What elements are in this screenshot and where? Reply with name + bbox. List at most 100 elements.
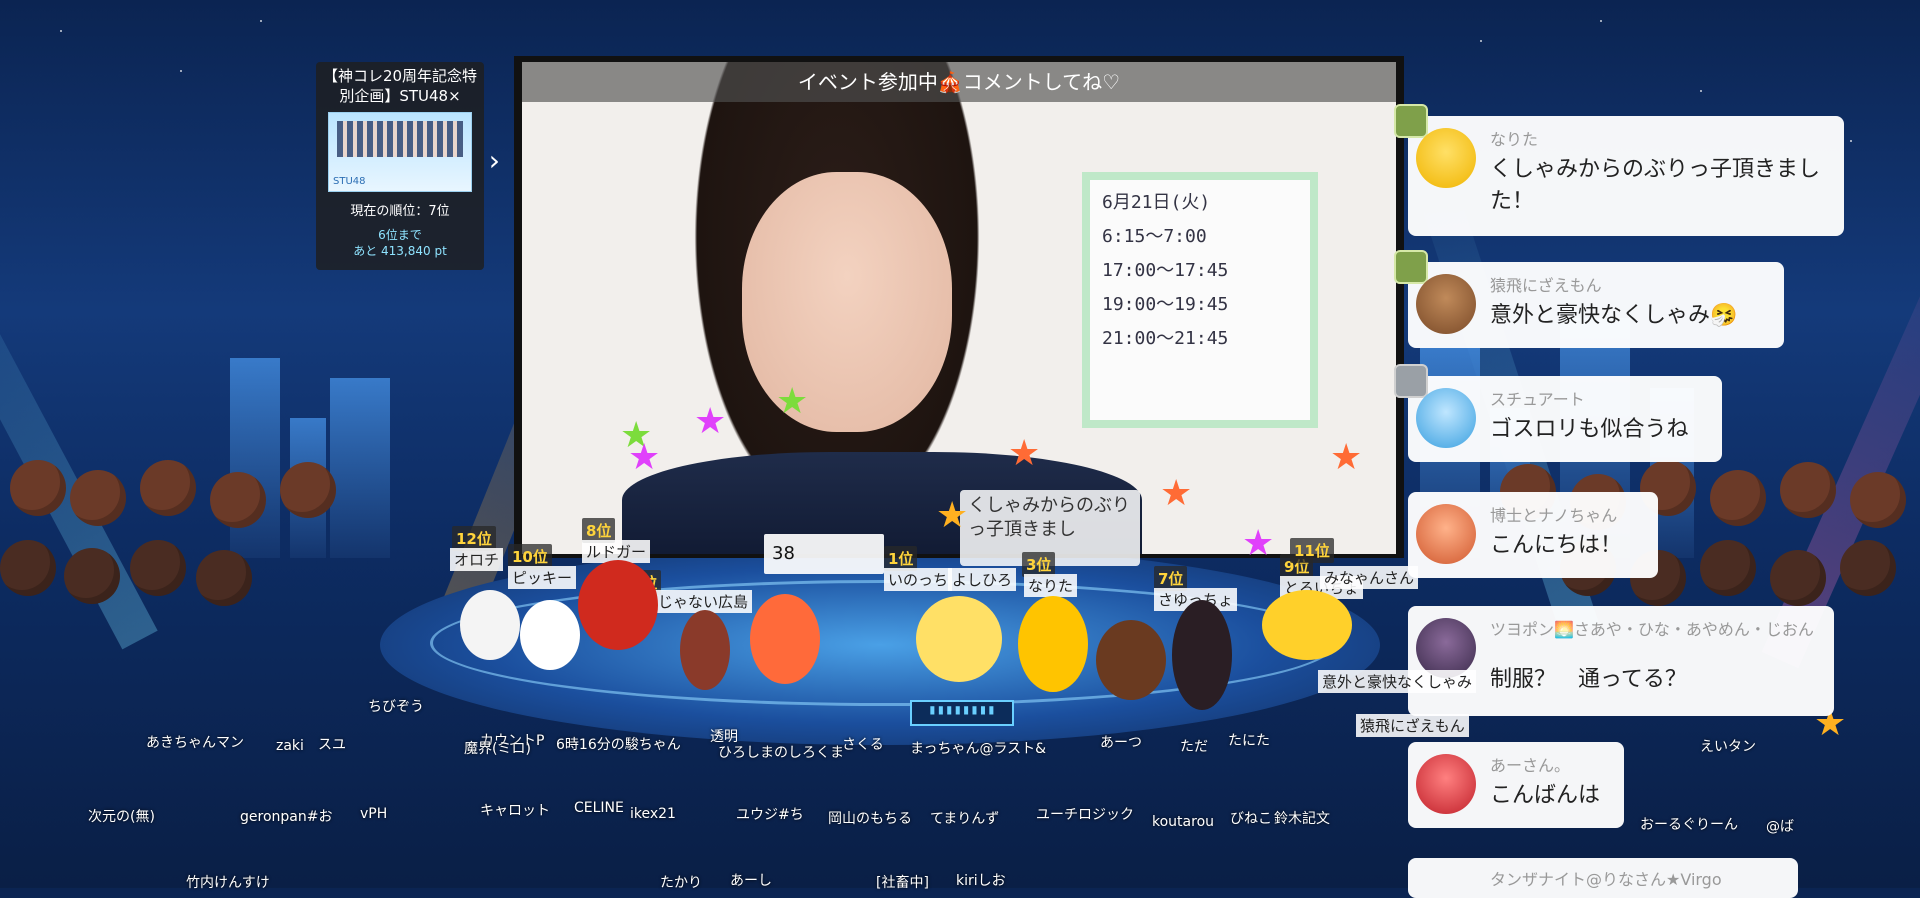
comment-item[interactable]: なりた くしゃみからのぶりっ子頂きました！	[1394, 104, 1844, 236]
comment-author: なりた	[1490, 130, 1539, 149]
comment-author: 猿飛にざえもん	[1490, 276, 1602, 295]
whiteboard-line: 21:00〜21:45	[1102, 328, 1229, 349]
audience-name: zaki	[276, 738, 304, 754]
chevron-right-icon[interactable]: ›	[489, 144, 500, 177]
audience-name: スユ	[318, 737, 346, 753]
comment-item[interactable]: スチュアート ゴスロリも似合うね	[1394, 364, 1722, 462]
comment-text: ゴスロリも似合うね	[1490, 417, 1689, 442]
audience-name: 魔界(ミロ)	[464, 741, 531, 757]
audience-name: [社畜中]	[876, 875, 929, 891]
audience-name: vPH	[360, 806, 388, 822]
event-banner-image: STU48	[328, 112, 472, 192]
audience-name: ただ	[1180, 739, 1208, 755]
star-decoration	[1700, 90, 1702, 92]
audience-name: てまりんず	[930, 811, 1000, 827]
comment-item[interactable]: あーさん。 こんばんは	[1408, 742, 1624, 828]
comment-text: こんにちは！	[1490, 533, 1623, 558]
count-chip: 38	[764, 534, 884, 574]
audience-name: ひろしまのしろくま	[718, 745, 844, 761]
audience-name: さくる	[842, 737, 884, 753]
star-icon: ★	[694, 401, 727, 442]
audience-name: CELINE	[574, 800, 624, 816]
comment-text: 意外と豪快なくしゃみ🤧	[1490, 303, 1738, 328]
star-icon: ★	[1008, 433, 1041, 474]
audience-name: koutarou	[1152, 814, 1215, 830]
audience-name: 6時16分の駿ちゃん	[556, 737, 681, 753]
whiteboard-line: 6:15〜7:00	[1102, 226, 1207, 247]
avatar-character[interactable]	[680, 610, 730, 690]
whiteboard-line: 19:00〜19:45	[1102, 294, 1229, 315]
avatar-character[interactable]	[1096, 620, 1166, 700]
audience-name: ikex21	[630, 806, 676, 822]
avatar-character[interactable]	[460, 590, 520, 660]
audience-name: たにた	[1228, 733, 1270, 749]
star-decoration	[60, 30, 62, 32]
comment-author: ツヨポン🌅さあや・ひな・あやめん・じおん	[1490, 620, 1814, 639]
audience-name: kiriしお	[956, 873, 1006, 889]
stage-led-display: ▮▮▮▮▮▮▮▮	[910, 700, 1014, 726]
event-next-rank: 6位まで あと 413,840 pt	[316, 227, 484, 259]
avatar	[1416, 274, 1476, 334]
comment-item[interactable]: ツヨポン🌅さあや・ひな・あやめん・じおん 制服？ 通ってる？	[1408, 606, 1834, 716]
audience-name: ユーチロジック	[1036, 807, 1134, 823]
comment-text: 制服？ 通ってる？	[1490, 667, 1687, 692]
stage-user-name: 猿飛にざえもん	[1356, 714, 1469, 737]
rank-badge: 11位	[1290, 538, 1334, 563]
audience-name: たかり	[660, 875, 702, 891]
comment-item[interactable]: 猿飛にざえもん 意外と豪快なくしゃみ🤧	[1394, 250, 1784, 348]
event-points-to-next: あと 413,840 pt	[353, 244, 447, 258]
audience-name: びねこ	[1230, 811, 1272, 827]
comment-author: スチュアート	[1490, 390, 1585, 409]
stage-user-name: いのっち	[884, 568, 953, 591]
banana-avatar[interactable]	[1262, 590, 1352, 660]
avatar-character[interactable]	[916, 596, 1002, 682]
event-ranking-card[interactable]: 【神コレ20周年記念特別企画】STU48× STU48 現在の順位：7位 6位ま…	[316, 62, 500, 270]
star-decoration	[1850, 140, 1852, 142]
avatar-character[interactable]	[1172, 600, 1232, 710]
star-icon: ★	[1242, 523, 1275, 564]
whiteboard: 6月21日(火) 6:15〜7:00 17:00〜17:45 19:00〜19:…	[1082, 172, 1318, 428]
avatar	[1416, 388, 1476, 448]
stage-user-name: ピッキー	[508, 566, 577, 589]
stage-user-name: オロチ	[450, 548, 504, 571]
avatar	[1416, 504, 1476, 564]
live-video-player[interactable]: 6月21日(火) 6:15〜7:00 17:00〜17:45 19:00〜19:…	[514, 56, 1404, 558]
audience-name: あーし	[730, 873, 772, 889]
audience-name: あーつ	[1100, 735, 1142, 751]
avatar-character[interactable]	[520, 600, 580, 670]
audience-name: えいタン	[1700, 739, 1756, 755]
level-badge-icon	[1394, 364, 1428, 398]
daruma-avatar[interactable]	[578, 560, 658, 650]
audience-name: 鈴木記文	[1274, 811, 1330, 827]
avatar	[1416, 618, 1476, 678]
event-current-rank: 現在の順位：7位	[350, 204, 450, 219]
avatar	[1416, 754, 1476, 814]
avatar-character[interactable]	[1018, 596, 1088, 692]
audience-name: まっちゃん@ラスト&	[910, 741, 1047, 757]
star-decoration	[260, 20, 262, 22]
comment-text: くしゃみからのぶりっ子頂きました！	[1490, 157, 1821, 214]
star-icon: ★	[1330, 437, 1363, 478]
star-icon: ★	[936, 495, 969, 536]
event-title: 【神コレ20周年記念特別企画】STU48×	[322, 67, 478, 105]
audience-name: geronpan#お	[240, 809, 333, 825]
stage-user-name: 意外と豪快なくしゃみ	[1318, 670, 1477, 693]
star-decoration	[1480, 40, 1482, 42]
audience-name: 次元の(無)	[88, 809, 155, 825]
avatar-character[interactable]	[750, 594, 820, 684]
audience-name: キャロット	[480, 803, 550, 819]
audience-name: おーるぐりーん	[1640, 817, 1738, 833]
audience-name: 竹内けんすけ	[186, 875, 270, 891]
audience-name: あきちゃんマン	[146, 735, 244, 751]
audience-name: ちびぞう	[368, 699, 424, 715]
event-banner-logo: STU48	[333, 176, 366, 187]
star-icon: ★	[776, 381, 809, 422]
audience-name: ユウジ#ち	[736, 807, 804, 823]
comment-item[interactable]: タンザナイト@りなさん★Virgo	[1408, 858, 1798, 898]
audience-name: 岡山のもちる	[828, 811, 912, 827]
comment-item[interactable]: 博士とナノちゃん こんにちは！	[1408, 492, 1658, 578]
star-decoration	[180, 70, 182, 72]
whiteboard-line: 6月21日(火)	[1102, 192, 1211, 213]
comment-author: タンザナイト@りなさん★Virgo	[1490, 870, 1722, 889]
video-frame: 6月21日(火) 6:15〜7:00 17:00〜17:45 19:00〜19:…	[522, 62, 1396, 554]
